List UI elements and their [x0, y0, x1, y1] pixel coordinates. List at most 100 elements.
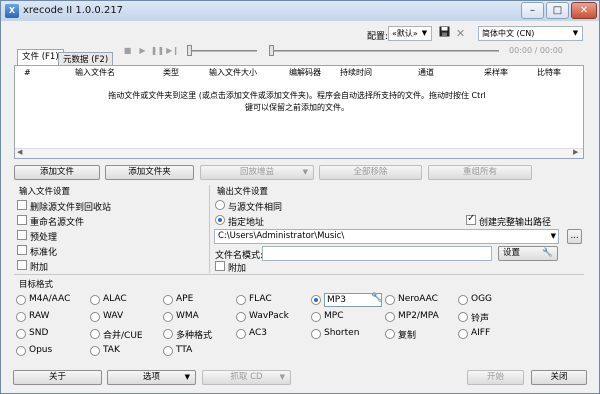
create-full-path-checkbox[interactable] [466, 213, 476, 225]
options-label: 选项 [142, 372, 160, 382]
seek-slider-thumb[interactable] [269, 45, 274, 56]
column-header-filename[interactable]: 输入文件名 [75, 66, 115, 80]
chevron-down-icon: ▼ [184, 373, 190, 381]
format-radio-raw[interactable] [16, 312, 26, 322]
pause-icon[interactable]: ❚❚ [150, 43, 165, 58]
format-label-wav: WAV [103, 311, 124, 321]
output-path-input[interactable]: C:\Users\Administrator\Music\ ▼ [214, 229, 559, 244]
format-label-ogg: OGG [471, 294, 493, 304]
format-label-neroaac: NeroAAC [398, 294, 438, 304]
add-folder-button[interactable]: 添加文件夹 [105, 165, 194, 180]
format-radio-shorten[interactable] [311, 329, 321, 339]
wrench-icon[interactable]: 🔧 [371, 293, 382, 303]
format-radio-mpc[interactable] [311, 312, 321, 322]
stop-icon[interactable]: ■ [120, 43, 135, 58]
scroll-right-icon[interactable]: ▶ [573, 148, 578, 156]
filename-pattern-input[interactable] [262, 246, 492, 261]
seek-slider[interactable] [271, 50, 499, 52]
output-path-value: C:\Users\Administrator\Music\ [218, 231, 345, 241]
format-label-ape: APE [176, 294, 194, 304]
format-radio-ape[interactable] [163, 295, 173, 305]
format-radio-ac3[interactable] [236, 329, 246, 339]
format-radio-mp2-mpa[interactable] [385, 312, 395, 322]
format-radio-wav[interactable] [90, 312, 100, 322]
language-value: 简体中文 (CN) [482, 29, 535, 38]
format-radio-alac[interactable] [90, 295, 100, 305]
play-icon[interactable]: ▶ [135, 43, 150, 58]
specified-path-radio[interactable] [215, 215, 225, 225]
format-label-alac: ALAC [103, 294, 127, 304]
specified-path-label: 指定地址 [228, 218, 265, 228]
format-radio-wma[interactable] [163, 312, 173, 322]
column-header-duration[interactable]: 持续时间 [340, 66, 372, 80]
config-select[interactable]: «默认» ▼ [388, 26, 432, 41]
preprocess-label: 预处理 [30, 233, 58, 243]
format-radio-wavpack[interactable] [236, 312, 246, 322]
volume-slider-thumb[interactable] [187, 45, 192, 56]
column-header-index[interactable]: # [24, 66, 31, 80]
about-button[interactable]: 关于 [13, 370, 102, 385]
filename-settings-button[interactable]: 设置 🔧 [498, 246, 558, 261]
chevron-down-icon: ▼ [550, 232, 556, 240]
preprocess-checkbox[interactable] [17, 230, 27, 240]
grab-cd-button[interactable]: 抓取 CD ▼ [202, 370, 291, 385]
format-radio-cue[interactable] [90, 329, 100, 339]
reset-all-button[interactable]: 重组所有 [428, 165, 532, 180]
append-input-checkbox[interactable] [17, 260, 27, 270]
add-files-button[interactable]: 添加文件 [14, 165, 100, 180]
options-button[interactable]: 选项 ▼ [107, 370, 196, 385]
format-radio-tta[interactable] [163, 346, 173, 356]
column-header-bitrate[interactable]: 比特率 [537, 66, 561, 80]
format-radio-flac[interactable] [236, 295, 246, 305]
format-radio-tak[interactable] [90, 346, 100, 356]
close-button[interactable]: 关闭 [531, 370, 587, 385]
minimize-button[interactable]: – [521, 2, 544, 19]
close-icon[interactable]: ✕ [453, 26, 468, 41]
column-header-size[interactable]: 输入文件大小 [209, 66, 257, 80]
column-header-samplerate[interactable]: 采样率 [484, 66, 508, 80]
column-header-codec[interactable]: 编解码器 [289, 66, 321, 80]
scroll-left-icon[interactable]: ◀ [17, 148, 22, 156]
format-divider [14, 274, 584, 275]
column-header-type[interactable]: 类型 [163, 66, 179, 80]
volume-slider[interactable] [187, 50, 257, 52]
chevron-down-icon: ▼ [302, 168, 308, 176]
next-track-icon[interactable]: ▶❙ [165, 43, 180, 58]
format-radio-aiff[interactable] [458, 329, 468, 339]
format-radio-format-13[interactable] [458, 312, 468, 322]
format-radio-format-16[interactable] [163, 329, 173, 339]
tab-files[interactable]: 文件 (F1) [17, 49, 64, 66]
start-button[interactable]: 开始 [467, 370, 524, 385]
title-bar[interactable]: X xrecode II 1.0.0.217 – □ ✕ [1, 1, 599, 21]
format-radio-mp3[interactable] [311, 295, 321, 305]
format-label-format-16: 多种格式 [176, 331, 213, 341]
append-output-checkbox[interactable] [215, 261, 225, 271]
settings-divider [209, 185, 210, 273]
format-label-format-19: 复制 [398, 331, 417, 341]
same-as-source-radio[interactable] [215, 200, 225, 210]
horizontal-scrollbar[interactable]: ◀ ▶ [15, 148, 583, 158]
close-window-button[interactable]: ✕ [571, 2, 597, 19]
browse-button[interactable]: ... [567, 229, 582, 244]
language-select[interactable]: 简体中文 (CN) ▼ [478, 26, 583, 41]
window-title: xrecode II 1.0.0.217 [23, 5, 124, 16]
file-list[interactable]: # 输入文件名 类型 输入文件大小 编解码器 持续时间 通道 采样率 比特率 拖… [14, 65, 584, 159]
format-radio-format-19[interactable] [385, 329, 395, 339]
config-label: 配置: [367, 32, 389, 42]
grab-cd-label: 抓取 CD [230, 372, 263, 382]
wrench-icon: 🔧 [542, 248, 553, 258]
format-radio-opus[interactable] [16, 346, 26, 356]
delete-source-checkbox[interactable] [17, 200, 27, 210]
format-radio-ogg[interactable] [458, 295, 468, 305]
format-radio-snd[interactable] [16, 329, 26, 339]
replay-gain-button[interactable]: 回放增益 ▼ [200, 165, 314, 180]
column-header-channels[interactable]: 通道 [418, 66, 434, 80]
remove-all-button[interactable]: 全部移除 [319, 165, 422, 180]
normalize-checkbox[interactable] [17, 245, 27, 255]
maximize-button[interactable]: □ [546, 2, 569, 19]
format-radio-neroaac[interactable] [385, 295, 395, 305]
format-radio-m4a-aac[interactable] [16, 295, 26, 305]
floppy-icon[interactable] [437, 26, 452, 41]
format-label-mp2-mpa: MP2/MPA [398, 311, 439, 321]
rename-source-checkbox[interactable] [17, 215, 27, 225]
